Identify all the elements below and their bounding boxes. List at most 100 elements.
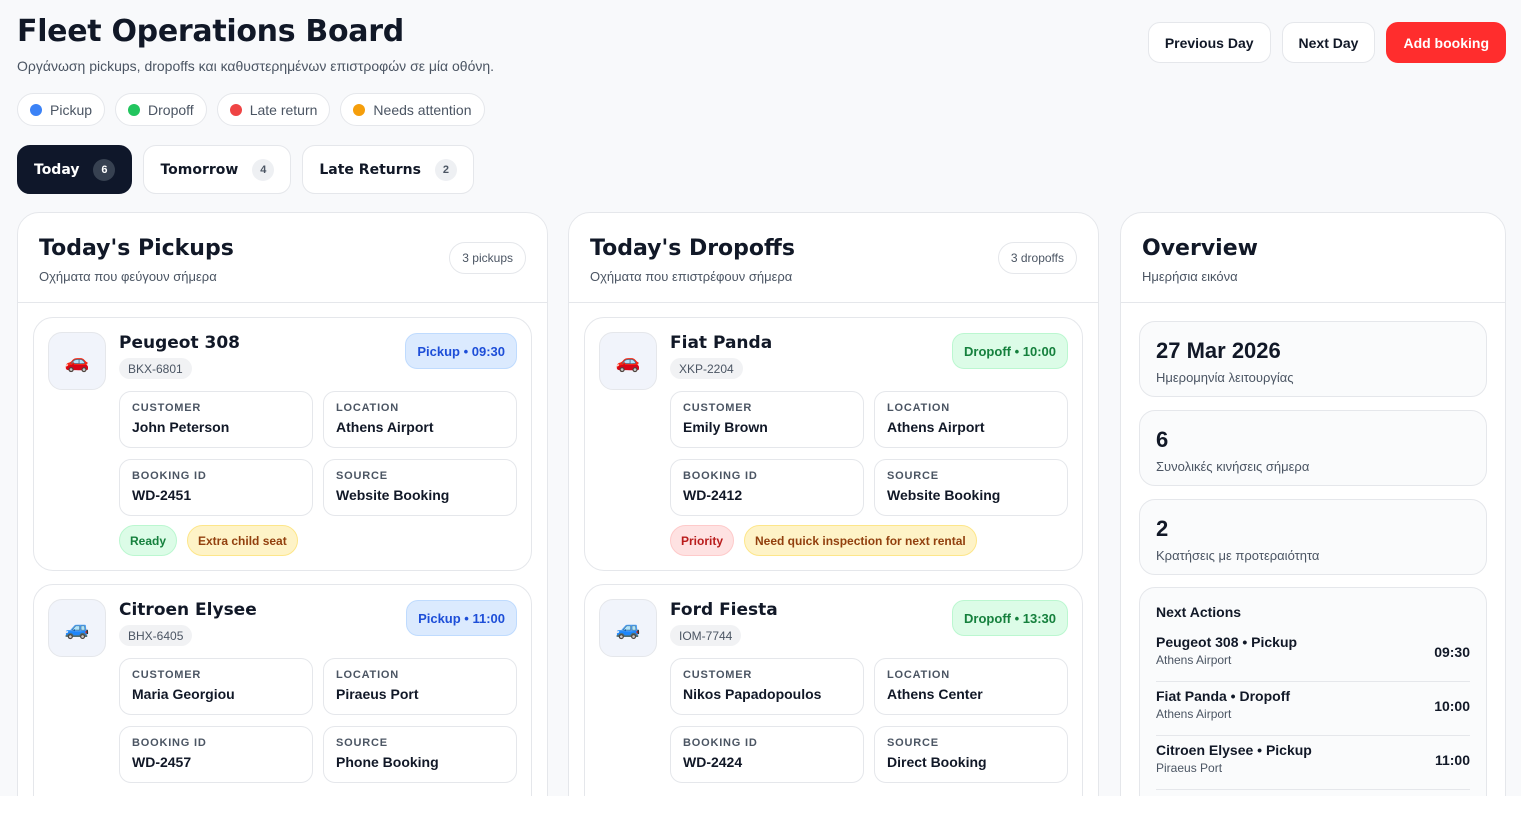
next-action-item[interactable]: Citroen Elysee • Pickup Piraeus Port 11:…: [1156, 736, 1470, 790]
location-field: LOCATION Piraeus Port: [323, 658, 517, 715]
source-field: SOURCE Website Booking: [874, 459, 1068, 516]
booking-id-field: BOOKING ID WD-2451: [119, 459, 313, 516]
needs-attention-dot-icon: [353, 103, 366, 116]
panel-subtitle: Ημερήσια εικόνα: [1142, 269, 1238, 284]
booking-card[interactable]: 🚗 Fiat Panda XKP-2204 Dropoff • 10:00 CU…: [584, 317, 1083, 571]
plate-badge: XKP-2204: [670, 358, 743, 379]
previous-day-button[interactable]: Previous Day: [1147, 22, 1271, 63]
late-return-dot-icon: [229, 103, 242, 116]
pickups-panel: Today's Pickups Οχήματα που φεύγουν σήμε…: [17, 212, 548, 796]
tab-label: Today: [34, 161, 80, 178]
field-label: LOCATION: [887, 402, 951, 414]
status-tag-ready: Ready: [119, 525, 178, 556]
booking-id-field: BOOKING ID WD-2412: [670, 459, 864, 516]
car-name: Peugeot 308: [119, 333, 241, 353]
plate-badge: BKX-6801: [119, 358, 192, 379]
page-subtitle: Οργάνωση pickups, dropoffs και καθυστερη…: [17, 58, 495, 74]
action-time: 09:30: [1434, 644, 1470, 660]
page-header: Fleet Operations Board Οργάνωση pickups,…: [17, 14, 494, 74]
field-label: SOURCE: [336, 737, 388, 749]
car-name: Citroen Elysee: [119, 600, 257, 620]
tab-late-returns[interactable]: Late Returns 2: [302, 145, 474, 194]
action-title: Citroen Elysee • Pickup: [1156, 742, 1312, 758]
booking-id-field: BOOKING ID WD-2424: [670, 726, 864, 783]
pickup-time-badge: Pickup • 09:30: [405, 333, 517, 369]
action-title: Peugeot 308 • Pickup: [1156, 634, 1298, 650]
field-label: LOCATION: [336, 669, 400, 681]
next-actions-title: Next Actions: [1156, 604, 1242, 620]
plate-badge: IOM-7744: [670, 625, 742, 646]
stat-value: 2: [1156, 516, 1169, 541]
action-title: Fiat Panda • Dropoff: [1156, 688, 1291, 704]
panel-subtitle: Οχήματα που φεύγουν σήμερα: [39, 269, 217, 284]
tab-count-badge: 4: [252, 158, 275, 181]
legend: Pickup Dropoff Late return Needs attenti…: [17, 93, 485, 126]
stat-value: 27 Mar 2026: [1156, 338, 1281, 363]
field-value: Piraeus Port: [336, 686, 419, 702]
car-name: Fiat Panda: [670, 333, 773, 353]
booking-card[interactable]: 🚗 Peugeot 308 BKX-6801 Pickup • 09:30 CU…: [33, 317, 532, 571]
app-viewport: Fleet Operations Board Οργάνωση pickups,…: [0, 0, 1521, 796]
status-tag-priority: Priority: [670, 525, 735, 556]
tab-label: Tomorrow: [160, 161, 239, 178]
stat-label: Κρατήσεις με προτεραιότητα: [1156, 548, 1320, 563]
legend-label: Late return: [249, 101, 318, 118]
tab-count-badge: 2: [434, 158, 457, 181]
action-location: Athens Airport: [1156, 653, 1232, 667]
car-name: Ford Fiesta: [670, 600, 778, 620]
tab-tomorrow[interactable]: Tomorrow 4: [143, 145, 292, 194]
booking-card[interactable]: 🚙 Citroen Elysee BHX-6405 Pickup • 11:00…: [33, 584, 532, 796]
booking-card[interactable]: 🚙 Ford Fiesta IOM-7744 Dropoff • 13:30 C…: [584, 584, 1083, 796]
next-day-button[interactable]: Next Day: [1281, 22, 1376, 63]
red-car-icon: 🚗: [48, 332, 106, 390]
pickups-count-badge: 3 pickups: [449, 242, 526, 274]
field-value: WD-2424: [683, 754, 743, 770]
field-label: BOOKING ID: [132, 470, 207, 482]
blue-car-icon: 🚙: [48, 599, 106, 657]
tab-today[interactable]: Today 6: [17, 145, 133, 194]
field-value: Direct Booking: [887, 754, 987, 770]
header-actions: Previous Day Next Day Add booking: [1147, 22, 1506, 63]
blue-car-icon: 🚙: [599, 599, 657, 657]
field-value: Website Booking: [336, 487, 450, 503]
pickup-time-badge: Pickup • 11:00: [406, 600, 517, 636]
field-value: WD-2412: [683, 487, 743, 503]
source-field: SOURCE Website Booking: [323, 459, 517, 516]
legend-label: Needs attention: [373, 101, 472, 118]
booking-id-field: BOOKING ID WD-2457: [119, 726, 313, 783]
next-action-item[interactable]: Peugeot 308 • Pickup Athens Airport 09:3…: [1156, 628, 1470, 682]
action-location: Athens Airport: [1156, 707, 1232, 721]
stat-value: 6: [1156, 427, 1169, 452]
dropoffs-panel: Today's Dropoffs Οχήματα που επιστρέφουν…: [568, 212, 1099, 796]
dropoff-dot-icon: [128, 103, 141, 116]
action-location: Piraeus Port: [1156, 761, 1223, 775]
next-action-item[interactable]: Fiat Panda • Dropoff Athens Airport 10:0…: [1156, 682, 1470, 736]
total-moves-card: 6 Συνολικές κινήσεις σήμερα: [1139, 410, 1487, 486]
field-value: John Peterson: [132, 419, 230, 435]
pickup-dot-icon: [30, 103, 42, 116]
dropoff-time-badge: Dropoff • 10:00: [952, 333, 1068, 369]
field-value: Athens Airport: [887, 419, 985, 435]
plate-badge: BHX-6405: [119, 625, 193, 646]
field-value: WD-2451: [132, 487, 192, 503]
dropoff-time-badge: Dropoff • 13:30: [952, 600, 1068, 636]
red-car-icon: 🚗: [599, 332, 657, 390]
stat-label: Ημερομηνία λειτουργίας: [1156, 370, 1294, 385]
note-tag: Need quick inspection for next rental: [744, 525, 977, 556]
panel-subtitle: Οχήματα που επιστρέφουν σήμερα: [590, 269, 793, 284]
location-field: LOCATION Athens Airport: [874, 391, 1068, 448]
source-field: SOURCE Phone Booking: [323, 726, 517, 783]
add-booking-button[interactable]: Add booking: [1386, 22, 1506, 63]
field-label: BOOKING ID: [683, 737, 758, 749]
location-field: LOCATION Athens Airport: [323, 391, 517, 448]
legend-needs-attention: Needs attention: [340, 93, 485, 126]
field-value: Nikos Papadopoulos: [683, 686, 822, 702]
field-label: LOCATION: [887, 669, 951, 681]
field-value: WD-2457: [132, 754, 192, 770]
customer-field: CUSTOMER John Peterson: [119, 391, 313, 448]
viewport-bottom-edge: [0, 796, 1521, 833]
field-value: Emily Brown: [683, 419, 768, 435]
tab-count-badge: 6: [93, 158, 116, 181]
overview-panel: Overview Ημερήσια εικόνα 27 Mar 2026 Ημε…: [1120, 212, 1506, 796]
field-label: CUSTOMER: [683, 669, 753, 681]
